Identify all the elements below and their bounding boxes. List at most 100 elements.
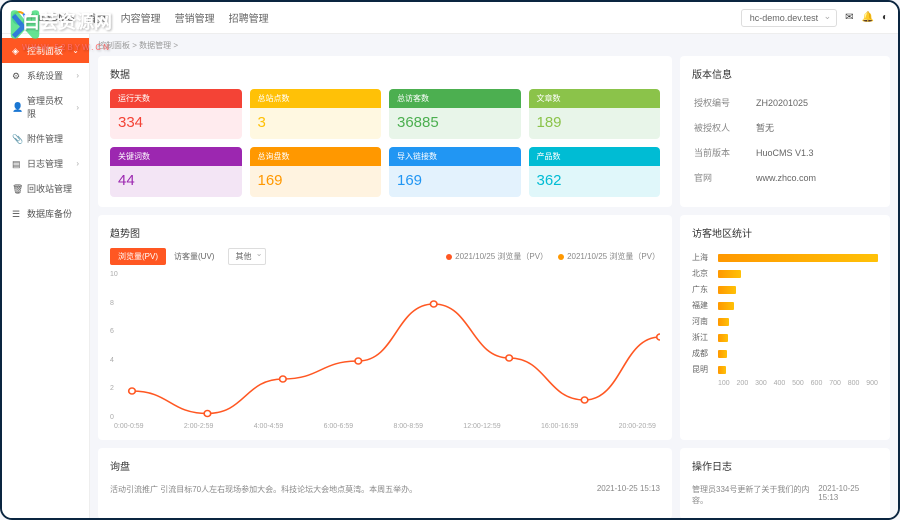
sidebar-label: 控制面板	[27, 44, 63, 57]
bar-fill	[718, 334, 728, 342]
mail-icon[interactable]: ✉	[845, 12, 853, 23]
inquiry-text: 活动引流推广 引流目标70人左右现场参加大会。科技论坛大会地点莫湾。本周五举办。	[110, 484, 417, 495]
bar-label: 上海	[692, 252, 718, 263]
legend-label: 2021/10/25 浏览量（PV）	[455, 252, 548, 261]
bar-row: 上海	[692, 252, 878, 263]
chart-legend: 2021/10/25 浏览量（PV） 2021/10/25 浏览量（PV）	[446, 251, 660, 262]
bar-row: 浙江	[692, 332, 878, 343]
select-other[interactable]: 其他	[228, 248, 266, 265]
inquiry-time: 2021-10-25 15:13	[597, 484, 660, 495]
gear-icon: ⚙	[12, 71, 22, 81]
stat-box: 总询盘数169	[250, 147, 382, 197]
sidebar-item-logs[interactable]: ▤日志管理›	[2, 151, 89, 176]
data-card: 数据 运行天数334总站点数3总访客数36885文章数189关键词数44总询盘数…	[98, 56, 672, 207]
tab-uv[interactable]: 访客量(UV)	[166, 248, 222, 265]
info-key: 授权编号	[694, 91, 754, 114]
bell-icon[interactable]: 🔔	[862, 12, 874, 23]
database-icon: ☰	[12, 209, 22, 219]
bar-label: 昆明	[692, 364, 718, 375]
stat-box: 总站点数3	[250, 89, 382, 139]
stat-label: 文章数	[529, 89, 661, 108]
nav-recruit[interactable]: 招聘管理	[229, 10, 269, 25]
inquiry-card: 询盘 活动引流推广 引流目标70人左右现场参加大会。科技论坛大会地点莫湾。本周五…	[98, 448, 672, 518]
bar-fill	[718, 318, 729, 326]
card-title: 询盘	[110, 458, 660, 473]
info-value: 暂无	[756, 116, 876, 139]
bar-fill	[718, 350, 727, 358]
legend-label: 2021/10/25 浏览量（PV）	[567, 252, 660, 261]
nav-content[interactable]: 内容管理	[121, 10, 161, 25]
line-chart: 1086420	[110, 271, 660, 421]
stat-label: 关键词数	[110, 147, 242, 166]
list-item[interactable]: 管理员334号更新了关于我们的内容。2021-10-25 15:13	[692, 481, 878, 509]
bar-label: 北京	[692, 268, 718, 279]
legend-dot-icon	[558, 254, 564, 260]
stat-box: 关键词数44	[110, 147, 242, 197]
nav-marketing[interactable]: 营销管理	[175, 10, 215, 25]
tab-pv[interactable]: 浏览量(PV)	[110, 248, 166, 265]
card-title: 版本信息	[692, 66, 878, 81]
card-title: 数据	[110, 66, 660, 81]
bar-fill	[718, 270, 741, 278]
stat-label: 运行天数	[110, 89, 242, 108]
bar-fill	[718, 366, 726, 374]
sidebar-item-settings[interactable]: ⚙系统设置›	[2, 63, 89, 88]
bar-fill	[718, 302, 734, 310]
stat-value: 362	[529, 166, 661, 197]
bar-fill	[718, 286, 736, 294]
table-row: 当前版本HuoCMS V1.3	[694, 141, 876, 164]
card-title: 操作日志	[692, 458, 878, 473]
table-row: 被授权人暂无	[694, 116, 876, 139]
sidebar-item-admin[interactable]: 👤 管理员权限 ›	[2, 88, 89, 126]
stat-box: 导入链接数169	[389, 147, 521, 197]
version-card: 版本信息 授权编号ZH20201025被授权人暂无当前版本HuoCMS V1.3…	[680, 56, 890, 207]
sidebar-item-attachment[interactable]: 📎 附件管理	[2, 126, 89, 151]
sidebar-label: 数据库备份	[27, 207, 72, 220]
stat-value: 36885	[389, 108, 521, 139]
watermark-logo	[6, 6, 44, 44]
stat-value: 169	[250, 166, 382, 197]
sidebar-item-recycle[interactable]: 🗑回收站管理	[2, 176, 89, 201]
dashboard-icon: ◈	[12, 46, 22, 56]
stat-box: 运行天数334	[110, 89, 242, 139]
oplog-text: 管理员334号更新了关于我们的内容。	[692, 484, 818, 506]
bar-label: 成都	[692, 348, 718, 359]
nav-home[interactable]: 首页	[87, 10, 107, 25]
user-icon: 👤	[12, 102, 22, 112]
bar-fill	[718, 254, 878, 262]
legend-dot-icon	[446, 254, 452, 260]
stat-label: 总询盘数	[250, 147, 382, 166]
chevron-right-icon: ›	[76, 103, 79, 112]
stat-value: 334	[110, 108, 242, 139]
stat-label: 总站点数	[250, 89, 382, 108]
card-title: 趋势图	[110, 225, 660, 240]
sidebar-label: 管理员权限	[27, 94, 71, 120]
paperclip-icon: 📎	[12, 134, 22, 144]
stat-label: 总访客数	[389, 89, 521, 108]
oplog-card: 操作日志 管理员334号更新了关于我们的内容。2021-10-25 15:13	[680, 448, 890, 518]
chevron-right-icon: ›	[76, 71, 79, 80]
stat-value: 169	[389, 166, 521, 197]
bar-label: 广东	[692, 284, 718, 295]
breadcrumb: 控制面板 > 数据管理 >	[98, 40, 890, 51]
chevron-right-icon: ›	[76, 159, 79, 168]
file-icon: ▤	[12, 159, 22, 169]
sidebar-item-backup[interactable]: ☰ 数据库备份	[2, 201, 89, 226]
trend-card: 趋势图 浏览量(PV) 访客量(UV) 其他 2021/10/25 浏览量（PV…	[98, 215, 672, 440]
info-value: ZH20201025	[756, 91, 876, 114]
stat-box: 产品数362	[529, 147, 661, 197]
sidebar-label: 附件管理	[27, 132, 63, 145]
stat-box: 总访客数36885	[389, 89, 521, 139]
info-key: 当前版本	[694, 141, 754, 164]
avatar-icon[interactable]: ◐	[882, 12, 888, 23]
chevron-down-icon: ⌄	[72, 46, 79, 55]
main-content: 控制面板 > 数据管理 > 数据 运行天数334总站点数3总访客数36885文章…	[90, 34, 898, 518]
bar-label: 福建	[692, 300, 718, 311]
list-item[interactable]: 活动引流推广 引流目标70人左右现场参加大会。科技论坛大会地点莫湾。本周五举办。…	[110, 481, 660, 498]
stat-value: 3	[250, 108, 382, 139]
bar-label: 河南	[692, 316, 718, 327]
bar-row: 广东	[692, 284, 878, 295]
domain-select[interactable]: hc-demo.dev.test	[741, 9, 837, 27]
oplog-time: 2021-10-25 15:13	[818, 484, 878, 506]
stat-box: 文章数189	[529, 89, 661, 139]
